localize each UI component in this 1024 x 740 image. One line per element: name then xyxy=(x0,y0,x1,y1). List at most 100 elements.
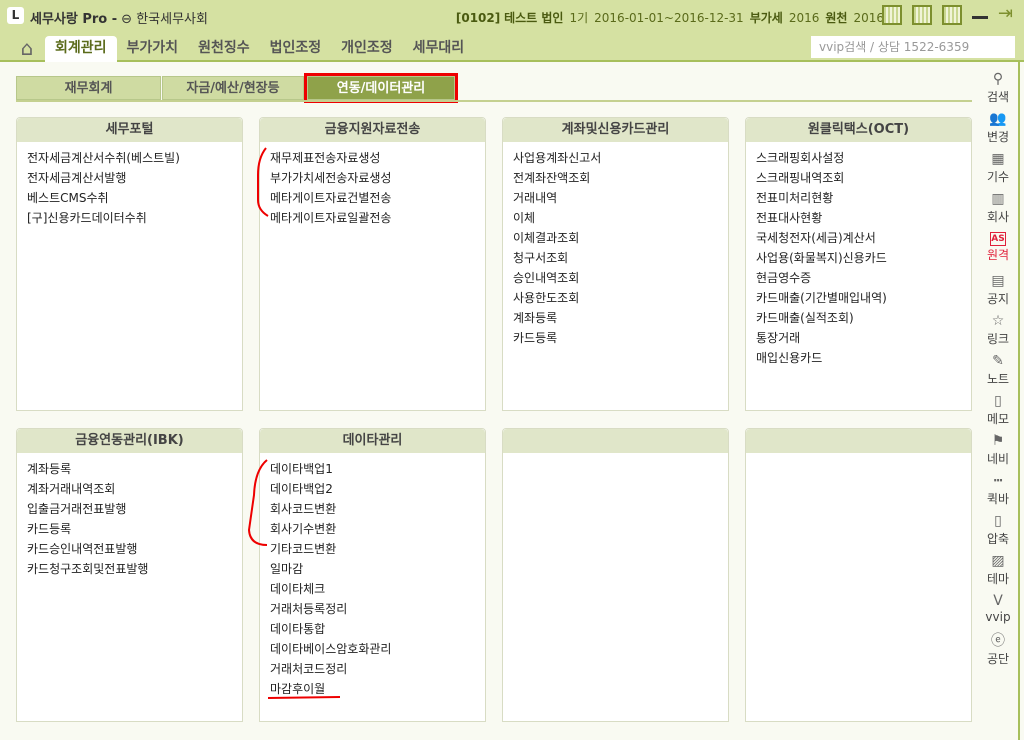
nav-tab[interactable]: 개인조정 xyxy=(331,36,403,62)
menu-item[interactable]: 국세청전자(세금)계산서 xyxy=(756,228,971,248)
subtab[interactable]: 연동/데이터관리 xyxy=(304,73,458,103)
sidebar-item[interactable]: ▥ 회사 xyxy=(978,190,1018,230)
panel-title: 금융연동관리(IBK) xyxy=(17,429,242,453)
minimize-button[interactable] xyxy=(972,5,988,19)
subtab[interactable]: 자금/예산/현장등 xyxy=(162,76,304,100)
subtab-divider xyxy=(16,100,972,102)
sidebar-item[interactable]: ✎ 노트 xyxy=(978,352,1018,392)
menu-item[interactable]: 전계좌잔액조회 xyxy=(513,168,728,188)
menu-item[interactable]: 데이타백업2 xyxy=(270,479,485,499)
menu-item[interactable]: [구]신용카드데이터수취 xyxy=(27,208,242,228)
app-title: 세무사랑 Pro - ⊖ 한국세무사회 xyxy=(30,12,208,27)
e-icon: ⓔ xyxy=(991,633,1005,649)
sidebar-label: 공지 xyxy=(986,292,1010,306)
menu-item[interactable]: 일마감 xyxy=(270,559,485,579)
menu-item[interactable]: 거래처등록정리 xyxy=(270,599,485,619)
calculator-icon[interactable] xyxy=(882,5,902,25)
menu-item[interactable]: 기타코드변환 xyxy=(270,539,485,559)
menu-item[interactable]: 메타게이트자료일괄전송 xyxy=(270,208,485,228)
sidebar-item[interactable]: ⓔ 공단 xyxy=(978,632,1018,672)
sidebar-label: 회사 xyxy=(986,210,1010,224)
panel-title xyxy=(503,429,728,453)
menu-item[interactable]: 회사기수변환 xyxy=(270,519,485,539)
menu-item[interactable]: 사업용계좌신고서 xyxy=(513,148,728,168)
panel: 세무포털전자세금계산서수취(베스트빌) 전자세금계산서발행 베스트CMS수취 [구]신… xyxy=(16,117,243,411)
menu-item[interactable]: 전표미처리현황 xyxy=(756,188,971,208)
menu-item[interactable]: 베스트CMS수취 xyxy=(27,188,242,208)
menu-item[interactable]: 재무제표전송자료생성 xyxy=(270,148,485,168)
menu-item[interactable]: 계좌등록 xyxy=(513,308,728,328)
menu-item[interactable]: 데이타베이스암호화관리 xyxy=(270,639,485,659)
menu-item[interactable]: 회사코드변환 xyxy=(270,499,485,519)
menu-item[interactable]: 매입신용카드 xyxy=(756,348,971,368)
nav-tab[interactable]: 원천징수 xyxy=(188,36,260,62)
menu-item[interactable]: 데이타통합 xyxy=(270,619,485,639)
menu-item[interactable]: 전표대사현황 xyxy=(756,208,971,228)
sidebar-item[interactable]: ▯ 압축 xyxy=(978,512,1018,552)
menu-item[interactable]: 거래내역 xyxy=(513,188,728,208)
menu-item[interactable]: 메타게이트자료건별전송 xyxy=(270,188,485,208)
users-icon: 👥 xyxy=(989,111,1007,127)
sidebar-label: 원격 xyxy=(986,248,1010,262)
sidebar-item[interactable]: 👥 변경 xyxy=(978,110,1018,150)
sidebar-item[interactable]: ▯ 메모 xyxy=(978,392,1018,432)
panel-menu xyxy=(503,453,728,459)
panel-menu: 스크래핑회사설정 스크래핑내역조회 전표미처리현황 전표대사현황 국세청전자(세금)계산… xyxy=(746,142,971,368)
window-border xyxy=(1018,62,1020,740)
sidebar-item[interactable]: ⚲ 검색 xyxy=(978,70,1018,110)
menu-item[interactable]: 카드등록 xyxy=(27,519,242,539)
sidebar-item[interactable]: ☆ 링크 xyxy=(978,312,1018,352)
panel-title: 계좌및신용카드관리 xyxy=(503,118,728,142)
search-input[interactable]: vvip검색 / 상담 1522-6359 xyxy=(811,36,1015,58)
right-sidebar: ⚲ 검색 👥 변경 ▦ 기수 ▥ 회사 AS 원격 ▤ 공지 ☆ 링크 ✎ 노트 ▯ 메모 ⚑ 네비 ┅ 퀵바 ▯ 압축 ▨ 테마… xyxy=(978,70,1018,672)
layout-icon[interactable] xyxy=(942,5,962,25)
menu-item[interactable]: 전자세금계산서발행 xyxy=(27,168,242,188)
menu-item[interactable]: 마감후이월 xyxy=(270,679,485,699)
menu-item[interactable]: 거래처코드정리 xyxy=(270,659,485,679)
menu-item[interactable]: 사업용(화물복지)신용카드 xyxy=(756,248,971,268)
menu-item[interactable]: 계좌거래내역조회 xyxy=(27,479,242,499)
menu-item[interactable]: 전자세금계산서수취(베스트빌) xyxy=(27,148,242,168)
nav-tab[interactable]: 세무대리 xyxy=(403,36,475,62)
menu-item[interactable]: 카드등록 xyxy=(513,328,728,348)
menu-item[interactable]: 사용한도조회 xyxy=(513,288,728,308)
subtab[interactable]: 재무회계 xyxy=(16,76,161,100)
menu-item[interactable]: 승인내역조회 xyxy=(513,268,728,288)
menu-item[interactable]: 카드승인내역전표발행 xyxy=(27,539,242,559)
star-icon: ☆ xyxy=(991,313,1005,329)
nav-tab[interactable]: 부가가치 xyxy=(117,36,189,62)
sidebar-item[interactable]: ▦ 기수 xyxy=(978,150,1018,190)
menu-item[interactable]: 데이타체크 xyxy=(270,579,485,599)
sidebar-item[interactable]: Vvvip xyxy=(978,592,1018,632)
home-icon[interactable]: ⌂ xyxy=(12,36,42,62)
menu-item[interactable]: 입출금거래전표발행 xyxy=(27,499,242,519)
panel-title: 세무포털 xyxy=(17,118,242,142)
sidebar-label: 압축 xyxy=(986,532,1010,546)
nav-tab[interactable]: 법인조정 xyxy=(260,36,332,62)
panel: 금융연동관리(IBK) 계좌등록 계좌거래내역조회 입출금거래전표발행 카드등록 카드승인… xyxy=(16,428,243,722)
menu-item[interactable]: 카드매출(실적조회) xyxy=(756,308,971,328)
sidebar-item[interactable]: ⚑ 네비 xyxy=(978,432,1018,472)
sidebar-item[interactable]: ▨ 테마 xyxy=(978,552,1018,592)
nav-tab[interactable]: 회계관리 xyxy=(45,36,117,62)
sidebar-item[interactable]: ▤ 공지 xyxy=(978,272,1018,312)
menu-item[interactable]: 스크래핑회사설정 xyxy=(756,148,971,168)
sidebar-item[interactable]: AS 원격 xyxy=(978,232,1018,272)
grid-icon[interactable] xyxy=(912,5,932,25)
menu-item[interactable]: 청구서조회 xyxy=(513,248,728,268)
menu-item[interactable]: 카드매출(기간별매입내역) xyxy=(756,288,971,308)
menu-item[interactable]: 이체 xyxy=(513,208,728,228)
menu-item[interactable]: 부가가치세전송자료생성 xyxy=(270,168,485,188)
exit-icon[interactable]: ⇥ xyxy=(998,5,1018,25)
menu-item[interactable]: 계좌등록 xyxy=(27,459,242,479)
menu-item[interactable]: 데이타백업1 xyxy=(270,459,485,479)
menu-item[interactable]: 이체결과조회 xyxy=(513,228,728,248)
panel: 데이타관리 데이타백업1 데이타백업2 회사코드변환 회사기수변환 기타코드변환 일마감 데이… xyxy=(259,428,486,722)
menu-item[interactable]: 스크래핑내역조회 xyxy=(756,168,971,188)
menu-item[interactable]: 현금영수증 xyxy=(756,268,971,288)
menu-item[interactable]: 카드청구조회및전표발행 xyxy=(27,559,242,579)
sidebar-item[interactable]: ┅ 퀵바 xyxy=(978,472,1018,512)
menu-item[interactable]: 통장거래 xyxy=(756,328,971,348)
zip-icon: ▯ xyxy=(994,513,1002,529)
sidebar-label: 네비 xyxy=(986,452,1010,466)
